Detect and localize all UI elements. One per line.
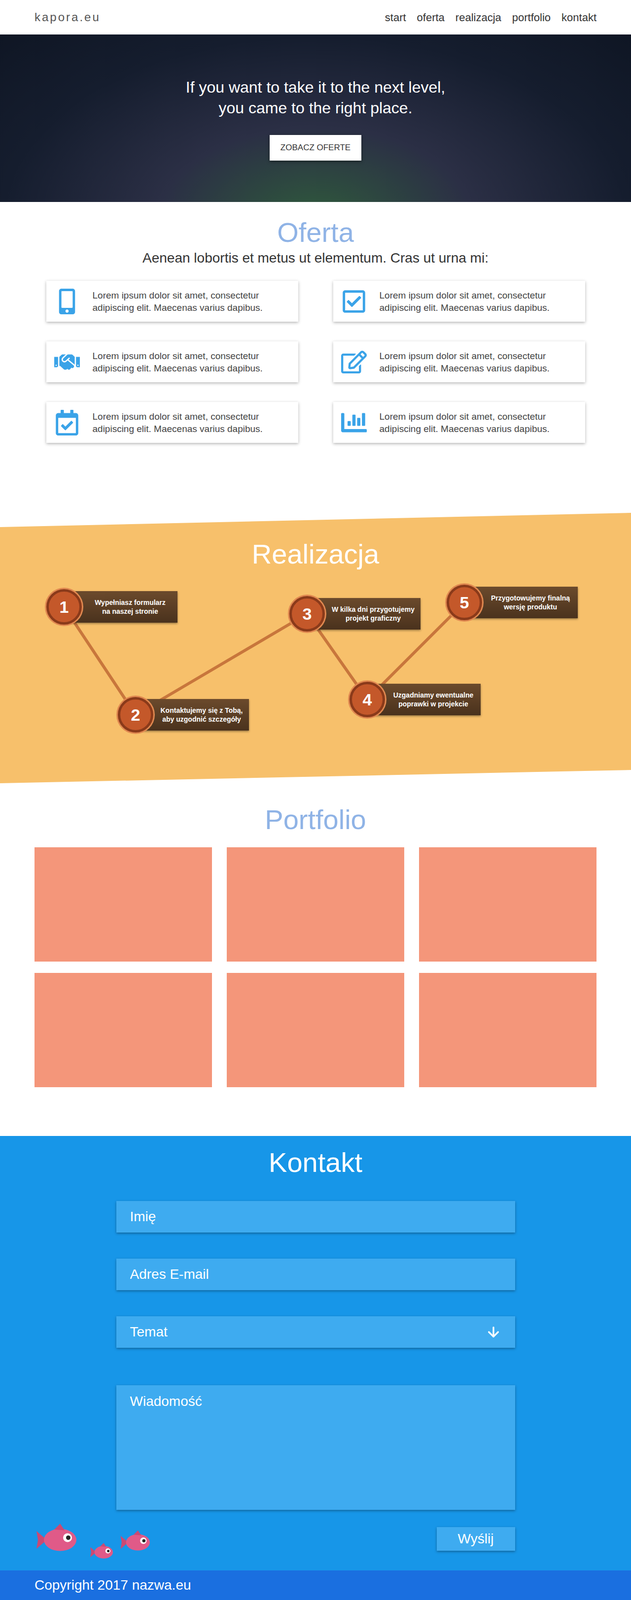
process-step: Kontaktujemy się z Tobą,aby uzgodnić szc… (117, 697, 154, 734)
topic-select[interactable]: Temat (116, 1317, 516, 1349)
arrow-down-icon (485, 1325, 502, 1341)
portfolio-tile[interactable] (34, 847, 212, 963)
step-number: 2 (117, 697, 154, 734)
fish-icon (34, 1521, 163, 1566)
process-lines (0, 513, 631, 784)
section-subtitle: Aenean lobortis et metus ut elementum. C… (0, 249, 631, 268)
hero-text: you came to the right place. (218, 97, 413, 119)
step-label: Przygotowujemy finalnąwersję produktu (472, 587, 578, 619)
section-title: Realizacja (0, 513, 631, 572)
step-number: 1 (46, 589, 82, 626)
oferta-section: OfertaAenean lobortis et metus ut elemen… (0, 202, 631, 514)
offer-text: Lorem ipsum dolor sit amet, consectetur … (92, 410, 294, 436)
step-number: 4 (349, 682, 386, 718)
offer-icon (338, 410, 370, 436)
copyright: Copyright 2017 nazwa.eu (34, 1576, 192, 1597)
offer-icon (338, 288, 370, 315)
offer-card: Lorem ipsum dolor sit amet, consectetur … (46, 280, 299, 322)
step-label: Kontaktujemy się z Tobą,aby uzgodnić szc… (143, 699, 249, 732)
nav-link[interactable]: kontakt (561, 9, 597, 26)
kontakt-section: Kontakt Temat Wyślij (0, 1136, 631, 1572)
navbar: kapora.eu start oferta realizacja portfolio k… (0, 0, 631, 35)
nav-links: start oferta realizacja portfolio kontakt (385, 9, 597, 26)
portfolio-tile[interactable] (419, 973, 597, 1088)
offer-text: Lorem ipsum dolor sit amet, consectetur … (379, 410, 581, 436)
step-label: W kilka dni przygotujemyprojekt graficzn… (315, 598, 421, 631)
offer-icon (51, 410, 83, 436)
process-step: Przygotowujemy finalnąwersję produktu5 (446, 585, 483, 621)
portfolio-grid (0, 847, 631, 1088)
offer-card: Lorem ipsum dolor sit amet, consectetur … (46, 402, 299, 444)
offer-icon (51, 349, 83, 376)
portfolio-tile[interactable] (419, 847, 597, 963)
process-step: W kilka dni przygotujemyprojekt graficzn… (289, 596, 325, 632)
offer-text: Lorem ipsum dolor sit amet, consectetur … (379, 350, 581, 375)
footer: Copyright 2017 nazwa.eu (0, 1571, 631, 1600)
logo[interactable]: kapora.eu (34, 8, 101, 27)
realizacja-section: Realizacja Wypełniasz formularzna naszej … (0, 513, 631, 784)
page: kapora.eu start oferta realizacja portfolio k… (0, 0, 631, 1600)
offer-text: Lorem ipsum dolor sit amet, consectetur … (379, 289, 581, 315)
section-title: Portfolio (0, 803, 631, 838)
portfolio-section: Portfolio (0, 783, 631, 1137)
nav-link[interactable]: oferta (417, 9, 445, 26)
nav-link[interactable]: realizacja (455, 9, 502, 26)
step-number: 5 (446, 585, 483, 621)
offer-card: Lorem ipsum dolor sit amet, consectetur … (46, 341, 299, 383)
text-field[interactable] (116, 1201, 516, 1234)
offer-icon (338, 349, 370, 376)
contact-form: Temat Wyślij (116, 1201, 516, 1552)
portfolio-tile[interactable] (34, 973, 212, 1088)
section-title: Oferta (0, 215, 631, 250)
step-label: Uzgadniamy ewentualnepoprawki w projekci… (375, 684, 481, 716)
process-step: Uzgadniamy ewentualnepoprawki w projekci… (349, 682, 386, 718)
portfolio-tile[interactable] (226, 973, 405, 1088)
hero-button[interactable]: ZOBACZ OFERTE (269, 135, 362, 161)
nav-link[interactable]: portfolio (512, 9, 551, 26)
hero-text: If you want to take it to the next level… (185, 76, 446, 98)
offer-card: Lorem ipsum dolor sit amet, consectetur … (333, 280, 586, 322)
offer-text: Lorem ipsum dolor sit amet, consectetur … (92, 289, 294, 315)
portfolio-tile[interactable] (226, 847, 405, 963)
nav-link[interactable]: start (385, 9, 407, 26)
step-label: Wypełniasz formularzna naszej stronie (71, 591, 178, 624)
offer-icon (51, 288, 83, 315)
send-button[interactable]: Wyślij (436, 1528, 516, 1552)
message-field[interactable] (116, 1386, 516, 1511)
offer-card: Lorem ipsum dolor sit amet, consectetur … (333, 341, 586, 383)
section-title: Kontakt (0, 1146, 631, 1181)
offer-grid: Lorem ipsum dolor sit amet, consectetur … (46, 280, 586, 444)
offer-text: Lorem ipsum dolor sit amet, consectetur … (92, 350, 294, 375)
hero: If you want to take it to the next level… (0, 34, 631, 203)
step-number: 3 (289, 596, 325, 632)
offer-card: Lorem ipsum dolor sit amet, consectetur … (333, 402, 586, 444)
process-step: Wypełniasz formularzna naszej stronie1 (46, 589, 82, 626)
text-field[interactable] (116, 1259, 516, 1292)
